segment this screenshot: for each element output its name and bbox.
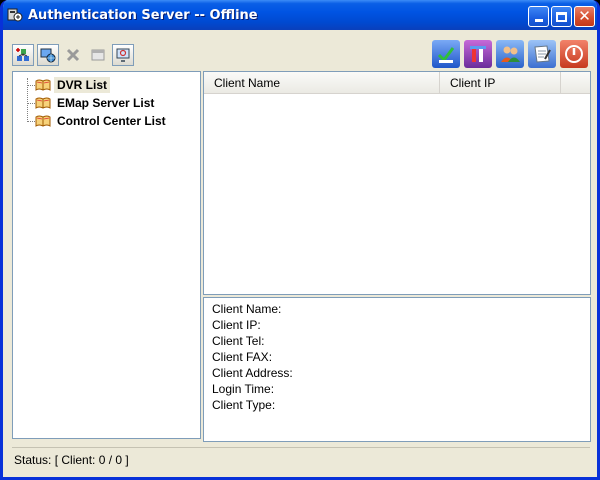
window-title: Authentication Server -- Offline — [28, 8, 258, 23]
add-network-icon — [16, 48, 29, 61]
detail-login-time: Login Time: — [212, 382, 275, 396]
client-details: Client Name: Client IP: Client Tel: Clie… — [203, 297, 591, 442]
tree-item-emap-server-list[interactable]: EMap Server List — [35, 95, 157, 111]
detail-client-fax: Client FAX: — [212, 350, 273, 364]
column-header-label: Client Name — [214, 76, 281, 90]
client-list[interactable]: Client Name Client IP — [203, 71, 591, 295]
status-bar: Status: [ Client: 0 / 0 ] — [12, 447, 590, 471]
window-properties-icon — [91, 49, 105, 61]
properties-button[interactable] — [87, 44, 109, 66]
open-book-icon — [35, 115, 51, 127]
close-button[interactable]: ✕ — [574, 6, 595, 27]
status-text: Status: [ Client: 0 / 0 ] — [14, 452, 129, 467]
search-monitor-icon — [116, 48, 130, 62]
power-exit-icon — [565, 45, 583, 63]
install-check-icon — [437, 47, 455, 63]
tree-item-control-center-list[interactable]: Control Center List — [35, 113, 169, 129]
tree-item-label: DVR List — [54, 77, 111, 93]
tree-item-dvr-list[interactable]: DVR List — [35, 77, 111, 93]
detail-client-name: Client Name: — [212, 302, 282, 316]
tree-item-label: Control Center List — [57, 114, 166, 128]
tree-item-label: EMap Server List — [57, 96, 155, 110]
minimize-icon — [534, 19, 543, 22]
connect-button[interactable] — [37, 44, 59, 66]
delete-button[interactable] — [62, 44, 84, 66]
server-tree[interactable]: DVR List EMap Server List Control Center… — [12, 71, 201, 439]
users-icon — [501, 46, 520, 62]
server-app-icon — [7, 8, 23, 22]
settings-button[interactable] — [464, 40, 492, 68]
delete-x-icon — [66, 48, 80, 62]
detail-client-type: Client Type: — [212, 398, 276, 412]
detail-client-ip: Client IP: — [212, 318, 261, 332]
add-dvr-button[interactable] — [12, 44, 34, 66]
client-list-header: Client Name Client IP — [204, 72, 590, 94]
users-button[interactable] — [496, 40, 524, 68]
notepad-icon — [534, 45, 551, 63]
maximize-button[interactable] — [551, 6, 572, 27]
search-button[interactable] — [112, 44, 134, 66]
open-book-icon — [35, 79, 51, 91]
title-bar[interactable]: Authentication Server -- Offline ✕ — [3, 0, 597, 30]
notes-button[interactable] — [528, 40, 556, 68]
minimize-button[interactable] — [528, 6, 549, 27]
column-header-client-ip[interactable]: Client IP — [440, 72, 561, 94]
power-button[interactable] — [560, 40, 588, 68]
detail-client-address: Client Address: — [212, 366, 293, 380]
close-icon: ✕ — [578, 7, 591, 25]
install-button[interactable] — [432, 40, 460, 68]
tools-settings-icon — [470, 46, 486, 62]
connect-globe-icon — [40, 48, 56, 63]
column-header-client-name[interactable]: Client Name — [204, 72, 440, 94]
detail-client-tel: Client Tel: — [212, 334, 265, 348]
column-header-label: Client IP — [450, 76, 496, 90]
authentication-server-window: Authentication Server -- Offline ✕ DVR L… — [0, 0, 600, 480]
maximize-icon — [556, 11, 567, 22]
open-book-icon — [35, 97, 51, 109]
